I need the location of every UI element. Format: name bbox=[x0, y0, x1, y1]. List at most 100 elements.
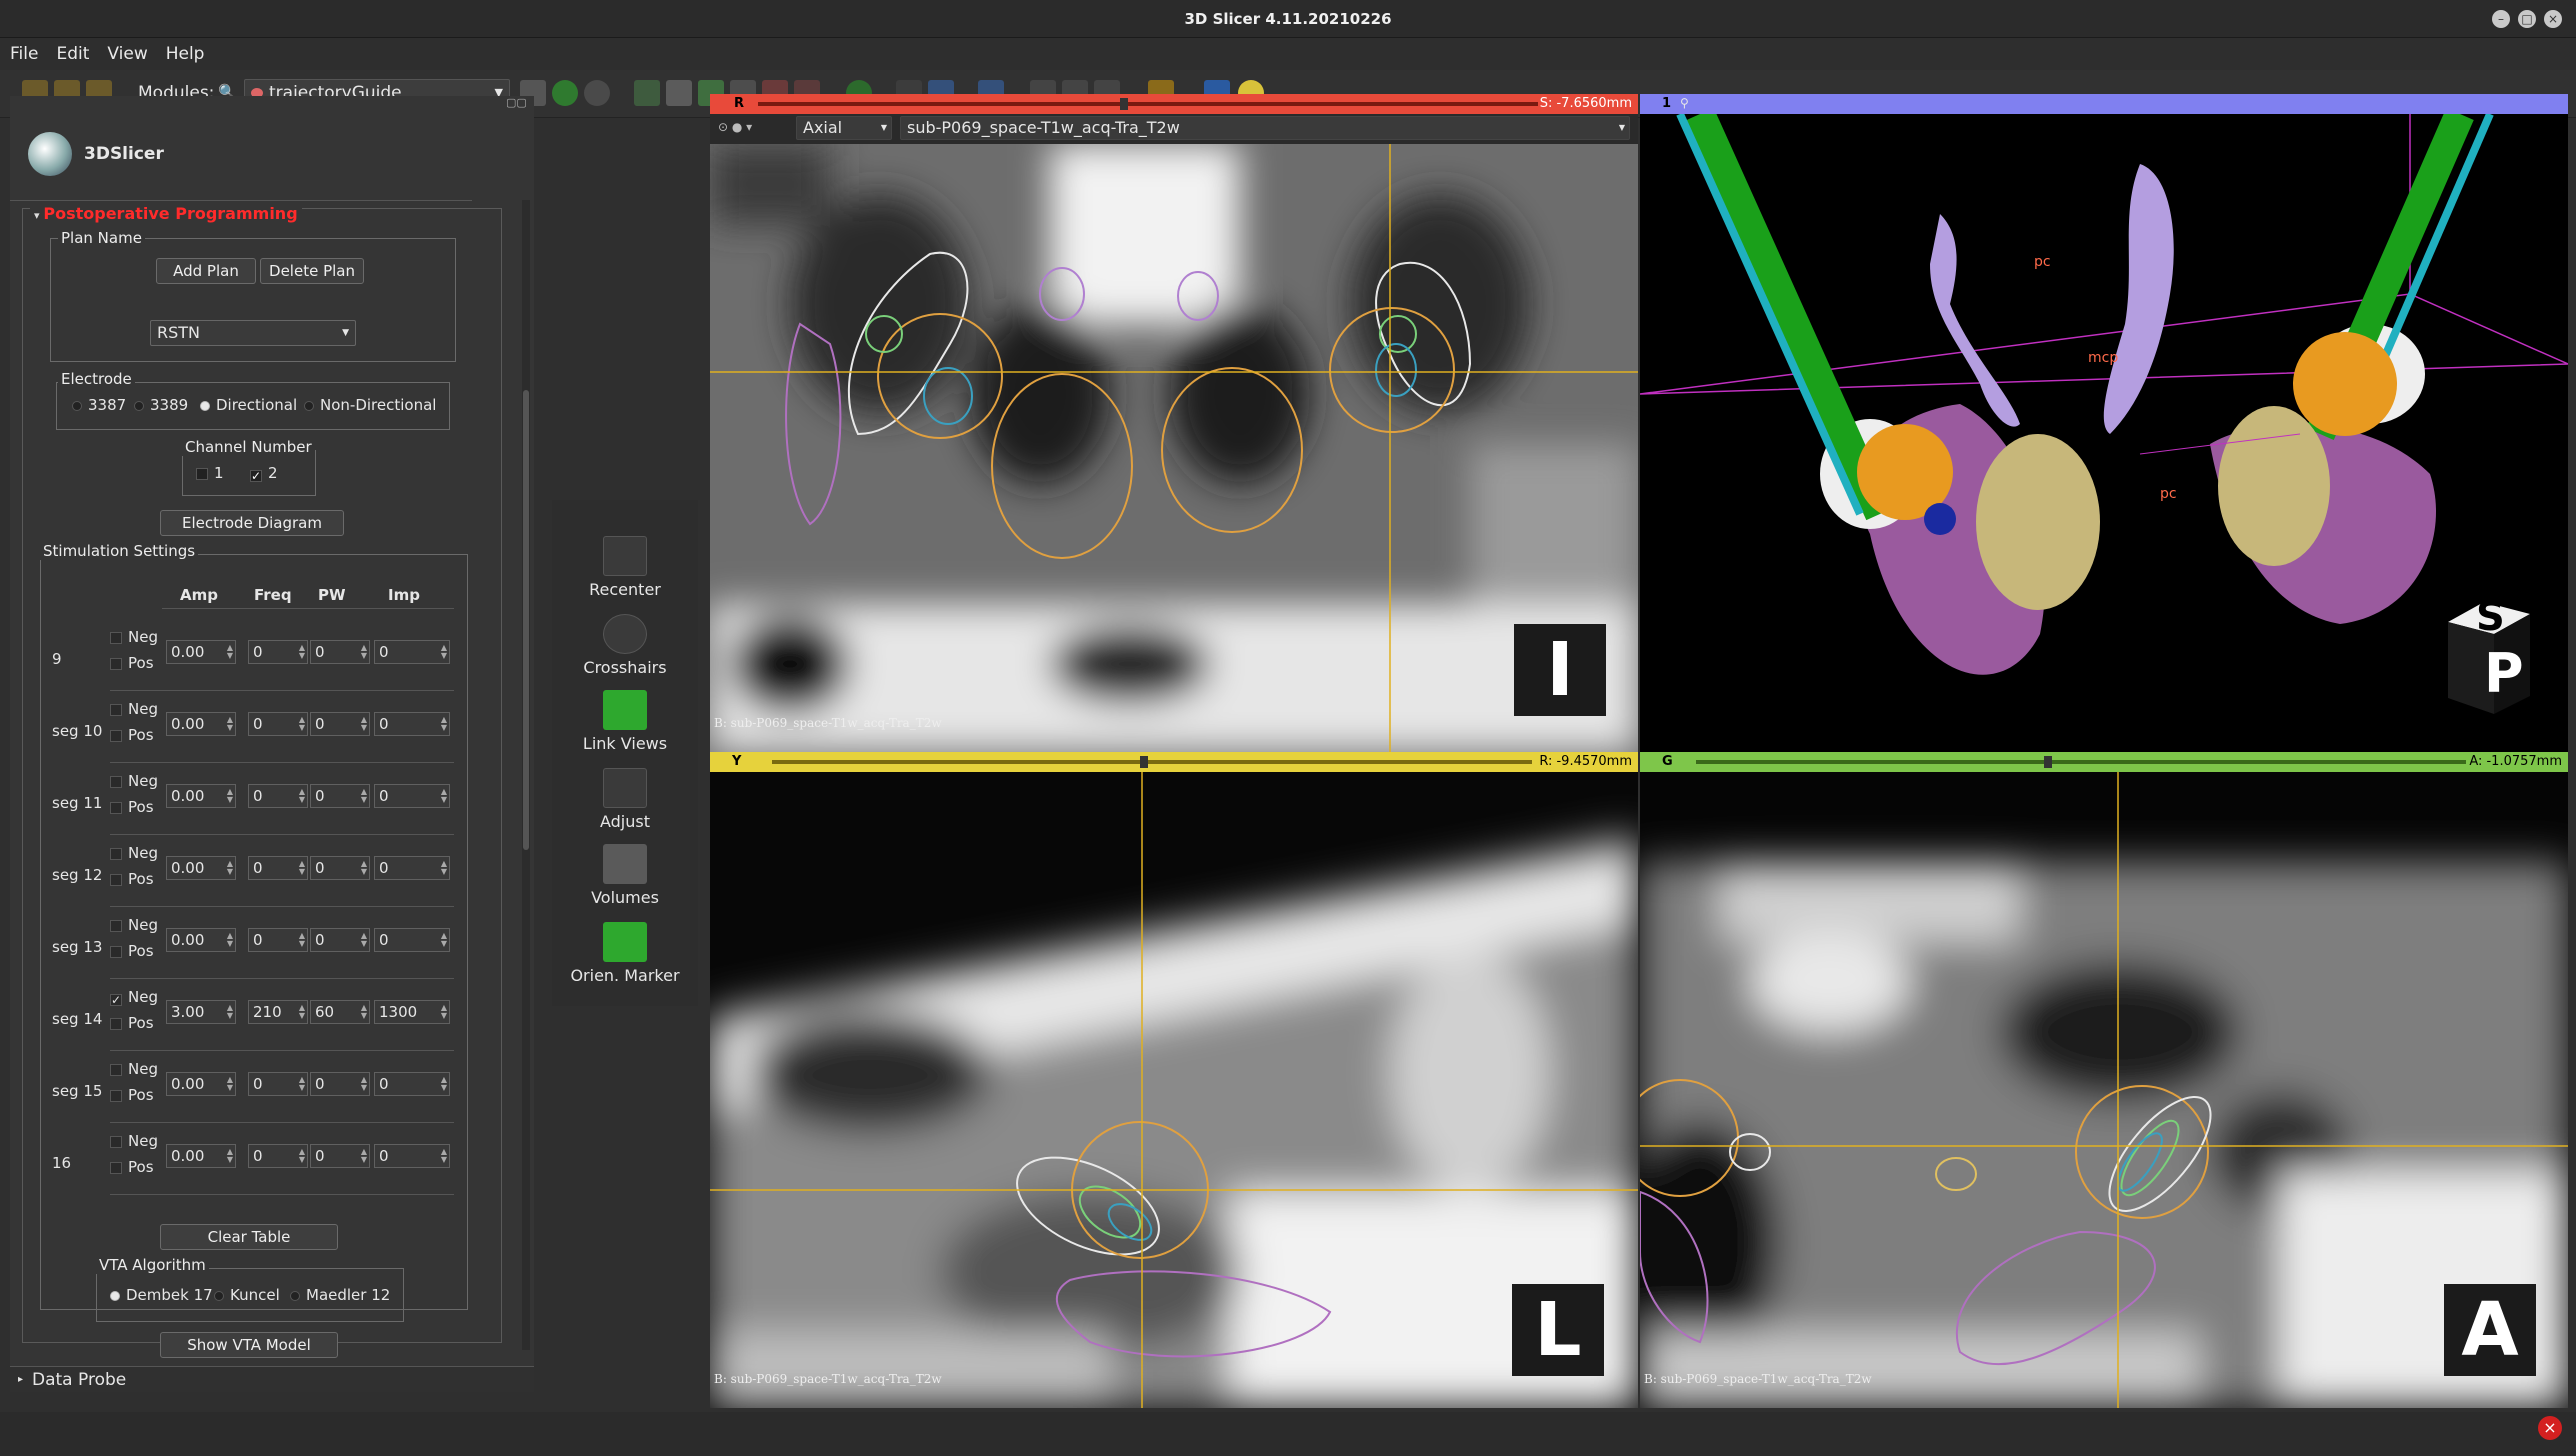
pos-checkbox[interactable]: Pos bbox=[110, 654, 154, 672]
amp-spinbox[interactable]: 3.00 ▲ ▼ bbox=[166, 1000, 236, 1024]
spin-arrows-icon[interactable]: ▲ ▼ bbox=[299, 1004, 305, 1020]
electrode-3387-radio[interactable]: 3387 bbox=[72, 396, 126, 414]
pos-checkbox[interactable]: Pos bbox=[110, 1158, 154, 1176]
orientation-marker-tool[interactable]: Orien. Marker bbox=[552, 922, 698, 985]
freq-spinbox[interactable]: 0 ▲ ▼ bbox=[248, 784, 308, 808]
neg-checkbox[interactable]: Neg bbox=[110, 1060, 158, 1078]
three-d-view[interactable]: pc mcp pc S P bbox=[1640, 114, 2568, 752]
imp-spinbox[interactable]: 0 ▲ ▼ bbox=[374, 640, 450, 664]
adjust-tool[interactable]: Adjust bbox=[552, 768, 698, 831]
pos-checkbox[interactable]: Pos bbox=[110, 1086, 154, 1104]
vta-maedler-radio[interactable]: Maedler 12 bbox=[290, 1286, 390, 1304]
menu-file[interactable]: File bbox=[0, 38, 46, 70]
clear-table-button[interactable]: Clear Table bbox=[160, 1224, 338, 1250]
spin-arrows-icon[interactable]: ▲ ▼ bbox=[361, 716, 367, 732]
green-slice-controller[interactable]: G A: -1.0757mm bbox=[1640, 752, 2568, 772]
spin-arrows-icon[interactable]: ▲ ▼ bbox=[361, 644, 367, 660]
pos-checkbox[interactable]: Pos bbox=[110, 870, 154, 888]
neg-checkbox[interactable]: Neg bbox=[110, 700, 158, 718]
spin-arrows-icon[interactable]: ▲ ▼ bbox=[361, 1076, 367, 1092]
minimize-icon[interactable]: – bbox=[2492, 10, 2510, 28]
spin-arrows-icon[interactable]: ▲ ▼ bbox=[299, 1076, 305, 1092]
menu-view[interactable]: View bbox=[97, 38, 155, 70]
amp-spinbox[interactable]: 0.00 ▲ ▼ bbox=[166, 640, 236, 664]
freq-spinbox[interactable]: 0 ▲ ▼ bbox=[248, 1144, 308, 1168]
menu-edit[interactable]: Edit bbox=[46, 38, 97, 70]
spin-arrows-icon[interactable]: ▲ ▼ bbox=[227, 1148, 233, 1164]
data-probe-section[interactable]: ▸ Data Probe bbox=[10, 1366, 534, 1392]
pw-spinbox[interactable]: 0 ▲ ▼ bbox=[310, 784, 370, 808]
neg-checkbox[interactable]: Neg bbox=[110, 772, 158, 790]
freq-spinbox[interactable]: 0 ▲ ▼ bbox=[248, 1072, 308, 1096]
yellow-slice-controller[interactable]: Y R: -9.4570mm bbox=[710, 752, 1638, 772]
amp-spinbox[interactable]: 0.00 ▲ ▼ bbox=[166, 712, 236, 736]
imp-spinbox[interactable]: 0 ▲ ▼ bbox=[374, 856, 450, 880]
pin-icon[interactable]: ⚲ bbox=[1680, 96, 1689, 110]
imp-spinbox[interactable]: 0 ▲ ▼ bbox=[374, 784, 450, 808]
red-slice-view[interactable]: I B: sub-P069_space-T1w_acq-Tra_T2w bbox=[710, 144, 1638, 752]
electrode-nondirectional-radio[interactable]: Non-Directional bbox=[304, 396, 436, 414]
spin-arrows-icon[interactable]: ▲ ▼ bbox=[227, 1076, 233, 1092]
yellow-slider-handle[interactable] bbox=[1140, 756, 1148, 768]
neg-checkbox[interactable]: Neg bbox=[110, 628, 158, 646]
channel-1-checkbox[interactable]: 1 bbox=[196, 464, 224, 482]
electrode-diagram-button[interactable]: Electrode Diagram bbox=[160, 510, 344, 536]
volumes-icon[interactable] bbox=[666, 80, 692, 106]
yellow-slider-track[interactable] bbox=[772, 760, 1532, 764]
spin-arrows-icon[interactable]: ▲ ▼ bbox=[299, 860, 305, 876]
crosshairs-tool[interactable]: Crosshairs bbox=[552, 614, 698, 677]
forward-icon[interactable] bbox=[584, 80, 610, 106]
close-icon[interactable]: × bbox=[2544, 10, 2562, 28]
pw-spinbox[interactable]: 0 ▲ ▼ bbox=[310, 928, 370, 952]
pos-checkbox[interactable]: Pos bbox=[110, 942, 154, 960]
volume-select[interactable]: sub-P069_space-T1w_acq-Tra_T2w ▼ bbox=[900, 116, 1630, 140]
amp-spinbox[interactable]: 0.00 ▲ ▼ bbox=[166, 928, 236, 952]
amp-spinbox[interactable]: 0.00 ▲ ▼ bbox=[166, 784, 236, 808]
postop-section-title[interactable]: ▾ Postoperative Programming bbox=[30, 204, 302, 223]
add-plan-button[interactable]: Add Plan bbox=[156, 258, 256, 284]
pos-checkbox[interactable]: Pos bbox=[110, 726, 154, 744]
pw-spinbox[interactable]: 0 ▲ ▼ bbox=[310, 1072, 370, 1096]
spin-arrows-icon[interactable]: ▲ ▼ bbox=[361, 788, 367, 804]
pin-icon[interactable]: ⊙ ● ▾ bbox=[718, 120, 752, 134]
electrode-3389-radio[interactable]: 3389 bbox=[134, 396, 188, 414]
spin-arrows-icon[interactable]: ▲ ▼ bbox=[227, 644, 233, 660]
freq-spinbox[interactable]: 0 ▲ ▼ bbox=[248, 856, 308, 880]
spin-arrows-icon[interactable]: ▲ ▼ bbox=[441, 644, 447, 660]
imp-spinbox[interactable]: 0 ▲ ▼ bbox=[374, 1072, 450, 1096]
imp-spinbox[interactable]: 0 ▲ ▼ bbox=[374, 712, 450, 736]
amp-spinbox[interactable]: 0.00 ▲ ▼ bbox=[166, 856, 236, 880]
imp-spinbox[interactable]: 0 ▲ ▼ bbox=[374, 928, 450, 952]
freq-spinbox[interactable]: 0 ▲ ▼ bbox=[248, 712, 308, 736]
scrollbar-thumb[interactable] bbox=[523, 390, 529, 850]
link-views-tool[interactable]: Link Views bbox=[552, 690, 698, 753]
vta-kuncel-radio[interactable]: Kuncel bbox=[214, 1286, 280, 1304]
red-slice-controller[interactable]: R S: -7.6560mm bbox=[710, 94, 1638, 114]
spin-arrows-icon[interactable]: ▲ ▼ bbox=[227, 860, 233, 876]
red-slider-track[interactable] bbox=[758, 102, 1538, 106]
amp-spinbox[interactable]: 0.00 ▲ ▼ bbox=[166, 1072, 236, 1096]
spin-arrows-icon[interactable]: ▲ ▼ bbox=[441, 932, 447, 948]
electrode-directional-radio[interactable]: Directional bbox=[200, 396, 297, 414]
menu-help[interactable]: Help bbox=[156, 38, 213, 70]
spin-arrows-icon[interactable]: ▲ ▼ bbox=[441, 1148, 447, 1164]
data-icon[interactable] bbox=[634, 80, 660, 106]
recenter-tool[interactable]: Recenter bbox=[552, 536, 698, 599]
delete-plan-button[interactable]: Delete Plan bbox=[260, 258, 364, 284]
spin-arrows-icon[interactable]: ▲ ▼ bbox=[441, 1004, 447, 1020]
spin-arrows-icon[interactable]: ▲ ▼ bbox=[227, 932, 233, 948]
imp-spinbox[interactable]: 1300 ▲ ▼ bbox=[374, 1000, 450, 1024]
spin-arrows-icon[interactable]: ▲ ▼ bbox=[441, 860, 447, 876]
error-log-icon[interactable]: × bbox=[2538, 1416, 2562, 1440]
yellow-slice-view[interactable]: L B: sub-P069_space-T1w_acq-Tra_T2w bbox=[710, 772, 1638, 1408]
spin-arrows-icon[interactable]: ▲ ▼ bbox=[361, 1148, 367, 1164]
spin-arrows-icon[interactable]: ▲ ▼ bbox=[441, 1076, 447, 1092]
back-icon[interactable] bbox=[552, 80, 578, 106]
pos-checkbox[interactable]: Pos bbox=[110, 798, 154, 816]
panel-scrollbar[interactable] bbox=[522, 200, 530, 1350]
red-slider-handle[interactable] bbox=[1120, 98, 1128, 110]
spin-arrows-icon[interactable]: ▲ ▼ bbox=[361, 860, 367, 876]
pw-spinbox[interactable]: 0 ▲ ▼ bbox=[310, 640, 370, 664]
freq-spinbox[interactable]: 0 ▲ ▼ bbox=[248, 928, 308, 952]
neg-checkbox[interactable]: Neg bbox=[110, 844, 158, 862]
